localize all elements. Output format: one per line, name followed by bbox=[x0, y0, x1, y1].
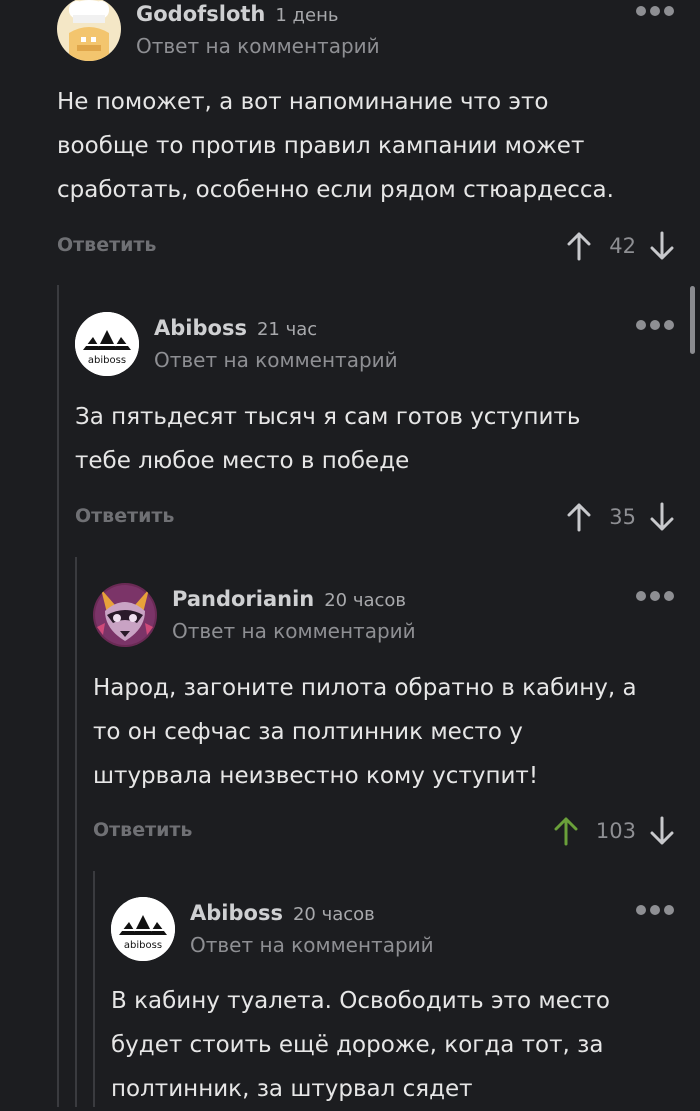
comment-header: Abiboss 20 часов Ответ на комментарий bbox=[190, 899, 434, 959]
upvote-arrow-icon[interactable] bbox=[567, 502, 591, 532]
abiboss-logo-icon: abiboss bbox=[111, 897, 175, 961]
more-options-button[interactable] bbox=[636, 905, 674, 915]
cook-avatar-icon bbox=[57, 0, 121, 61]
more-dot-icon bbox=[650, 591, 660, 601]
more-dot-icon bbox=[664, 6, 674, 16]
comment-actions: Ответить 103 bbox=[93, 816, 674, 846]
more-options-button[interactable] bbox=[636, 6, 674, 16]
upvote-arrow-icon[interactable] bbox=[567, 231, 591, 261]
thread-line-level-3 bbox=[93, 871, 95, 1107]
avatar-logo-text: abiboss bbox=[124, 940, 162, 951]
reply-note[interactable]: Ответ на комментарий bbox=[190, 931, 434, 959]
comment-text-line: В кабину туалета. Освободить это место bbox=[111, 988, 611, 1014]
more-dot-icon bbox=[636, 320, 646, 330]
more-dot-icon bbox=[664, 320, 674, 330]
more-dot-icon bbox=[636, 6, 646, 16]
downvote-arrow-icon[interactable] bbox=[650, 816, 674, 846]
comment-text-line: Не поможет, а вот напоминание что это bbox=[57, 89, 549, 115]
reply-button[interactable]: Ответить bbox=[75, 505, 174, 527]
avatar[interactable]: abiboss bbox=[111, 897, 175, 961]
comment-actions: Ответить 35 bbox=[75, 502, 674, 532]
avatar[interactable] bbox=[93, 583, 157, 647]
comment-text: В кабину туалета. Освободить это место б… bbox=[111, 979, 700, 1111]
comment-header: Godofsloth 1 день Ответ на комментарий bbox=[136, 0, 380, 60]
raccoon-avatar-icon bbox=[93, 583, 157, 647]
author-name[interactable]: Pandorianin bbox=[172, 587, 314, 611]
comment-actions: Ответить 42 bbox=[57, 231, 674, 261]
vote-count: 103 bbox=[595, 819, 636, 843]
comment-time: 20 часов bbox=[292, 904, 375, 925]
vote-controls: 35 bbox=[567, 502, 674, 532]
more-dot-icon bbox=[664, 905, 674, 915]
comment-text-line: штурвала неизвестно кому уступит! bbox=[93, 763, 539, 789]
more-dot-icon bbox=[664, 591, 674, 601]
more-options-button[interactable] bbox=[636, 320, 674, 330]
vote-count: 35 bbox=[609, 505, 636, 529]
comment-text-line: будет стоить ещё дороже, когда тот, за bbox=[111, 1032, 604, 1058]
vote-controls: 103 bbox=[554, 816, 674, 846]
thread-line-level-1 bbox=[57, 285, 59, 1107]
comment-text-line: Народ, загоните пилота обратно в кабину,… bbox=[93, 675, 637, 701]
more-dot-icon bbox=[650, 905, 660, 915]
more-dot-icon bbox=[636, 591, 646, 601]
comment: abiboss Abiboss 21 час Ответ на комментар… bbox=[75, 312, 700, 544]
more-dot-icon bbox=[636, 905, 646, 915]
vote-count: 42 bbox=[609, 234, 636, 258]
upvote-arrow-icon[interactable] bbox=[554, 816, 578, 846]
comment-text: Народ, загоните пилота обратно в кабину,… bbox=[93, 666, 700, 798]
reply-note[interactable]: Ответ на комментарий bbox=[154, 346, 398, 374]
reply-button[interactable]: Ответить bbox=[93, 819, 192, 841]
comment-time: 1 день bbox=[275, 5, 339, 26]
downvote-arrow-icon[interactable] bbox=[650, 502, 674, 532]
comment: abiboss Abiboss 20 часов Ответ на коммент… bbox=[111, 897, 700, 1107]
avatar-logo-text: abiboss bbox=[88, 355, 126, 366]
avatar[interactable]: abiboss bbox=[75, 312, 139, 376]
comment-text-line: сработать, особенно если рядом стюардесс… bbox=[57, 177, 614, 203]
comment-text-line: то он сефчас за полтинник место у bbox=[93, 719, 523, 745]
author-name[interactable]: Abiboss bbox=[190, 901, 283, 925]
vote-controls: 42 bbox=[567, 231, 674, 261]
reply-button[interactable]: Ответить bbox=[57, 234, 156, 256]
more-dot-icon bbox=[650, 6, 660, 16]
comment-text: Не поможет, а вот напоминание что это во… bbox=[57, 80, 687, 212]
reply-note[interactable]: Ответ на комментарий bbox=[172, 617, 416, 645]
comment: Godofsloth 1 день Ответ на комментарий Не… bbox=[57, 0, 700, 270]
comment-time: 21 час bbox=[256, 319, 318, 340]
comment-text-line: тебе любое место в победе bbox=[75, 448, 410, 474]
author-name[interactable]: Abiboss bbox=[154, 316, 247, 340]
more-dot-icon bbox=[650, 320, 660, 330]
comment-time: 20 часов bbox=[324, 590, 407, 611]
more-options-button[interactable] bbox=[636, 591, 674, 601]
comment-text-line: вообще то против правил кампании может bbox=[57, 133, 585, 159]
abiboss-logo-icon: abiboss bbox=[75, 312, 139, 376]
reply-note[interactable]: Ответ на комментарий bbox=[136, 32, 380, 60]
comment-text-line: За пятьдесят тысяч я сам готов уступить bbox=[75, 404, 581, 430]
thread-line-level-2 bbox=[75, 557, 77, 1107]
downvote-arrow-icon[interactable] bbox=[650, 231, 674, 261]
author-name[interactable]: Godofsloth bbox=[136, 2, 265, 26]
comment-text: За пятьдесят тысяч я сам готов уступить … bbox=[75, 395, 700, 483]
comment-header: Pandorianin 20 часов Ответ на комментарий bbox=[172, 585, 416, 645]
comment-header: Abiboss 21 час Ответ на комментарий bbox=[154, 314, 398, 374]
avatar[interactable] bbox=[57, 0, 121, 61]
comment: Pandorianin 20 часов Ответ на комментарий… bbox=[93, 583, 700, 855]
comment-text-line: полтинник, за штурвал сядет bbox=[111, 1076, 473, 1102]
